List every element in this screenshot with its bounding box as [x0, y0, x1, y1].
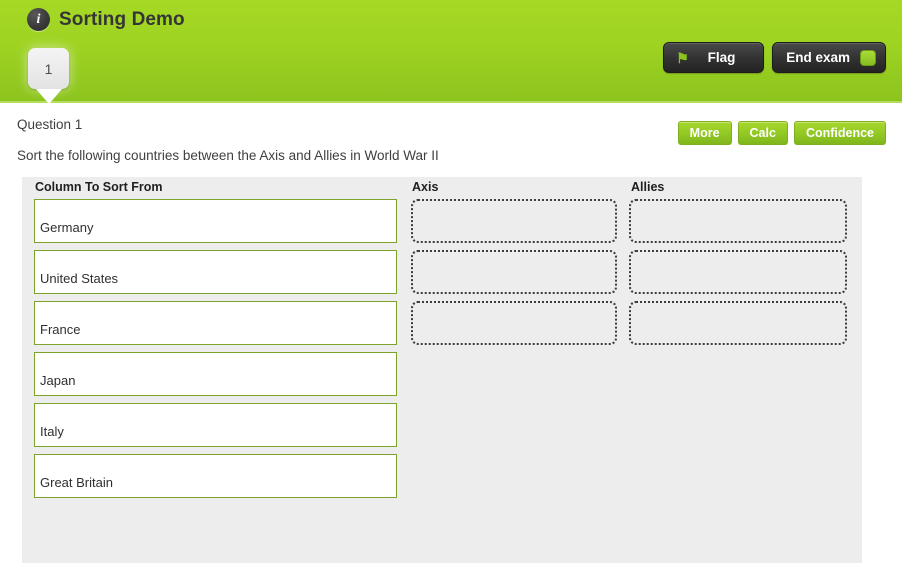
app-title: Sorting Demo — [59, 8, 185, 30]
calc-button[interactable]: Calc — [737, 121, 788, 145]
allies-column: Allies — [629, 177, 848, 352]
list-item[interactable]: Japan — [34, 352, 397, 396]
green-square-icon — [860, 49, 876, 66]
question-tab-1[interactable]: 1 — [28, 48, 69, 89]
source-column-heading: Column To Sort From — [35, 180, 163, 194]
list-item[interactable]: Germany — [34, 199, 397, 243]
tool-buttons: More Calc Confidence — [677, 121, 886, 145]
drop-slot[interactable] — [411, 250, 617, 294]
sort-panel: Column To Sort From Germany United State… — [22, 177, 862, 563]
list-item[interactable]: United States — [34, 250, 397, 294]
app-header: i Sorting Demo 1 ⚑ Flag End exam — [0, 0, 902, 104]
end-exam-button[interactable]: End exam — [772, 42, 886, 73]
question-text: Sort the following countries between the… — [17, 148, 439, 163]
app-title-row: i Sorting Demo — [27, 8, 185, 31]
question-label: Question 1 — [17, 117, 83, 132]
drop-slot[interactable] — [629, 199, 847, 243]
drop-slot[interactable] — [629, 250, 847, 294]
drop-slot[interactable] — [411, 199, 617, 243]
list-item[interactable]: Italy — [34, 403, 397, 447]
question-tab-notch — [36, 89, 62, 104]
header-buttons: ⚑ Flag End exam — [663, 42, 886, 73]
flag-button-label: Flag — [707, 50, 736, 65]
info-icon: i — [27, 8, 50, 31]
axis-column: Axis — [411, 177, 628, 352]
confidence-button[interactable]: Confidence — [793, 121, 886, 145]
list-item[interactable]: Great Britain — [34, 454, 397, 498]
question-tab-number: 1 — [44, 60, 53, 77]
flag-button[interactable]: ⚑ Flag — [663, 42, 765, 73]
sorting-demo-app: i Sorting Demo 1 ⚑ Flag End exam Questio… — [0, 0, 902, 563]
flag-icon: ⚑ — [676, 49, 689, 66]
list-item[interactable]: France — [34, 301, 397, 345]
allies-column-heading: Allies — [631, 180, 665, 194]
more-button[interactable]: More — [677, 121, 732, 145]
source-column: Column To Sort From Germany United State… — [34, 177, 411, 505]
drop-slot[interactable] — [411, 301, 617, 345]
axis-column-heading: Axis — [412, 180, 439, 194]
end-exam-button-label: End exam — [786, 50, 850, 65]
drop-slot[interactable] — [629, 301, 847, 345]
